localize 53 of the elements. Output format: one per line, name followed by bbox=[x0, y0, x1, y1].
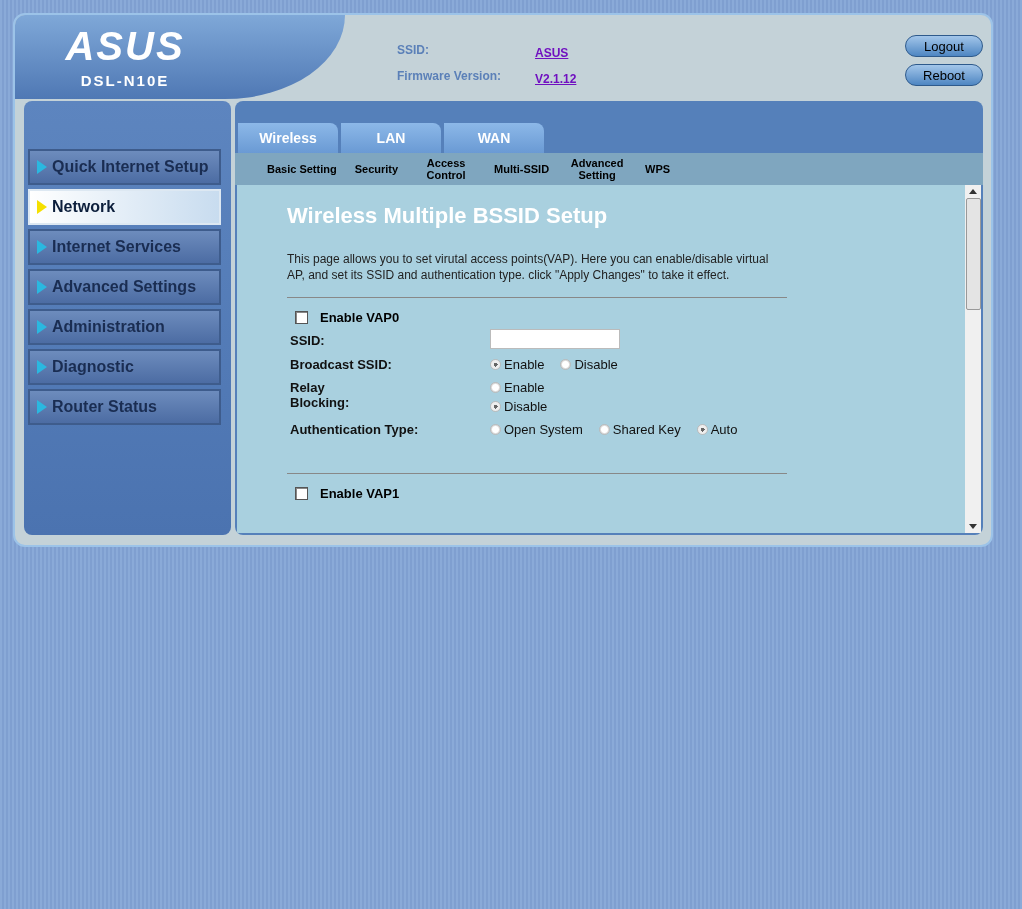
field-label: Relay Blocking: bbox=[290, 380, 350, 410]
down-arrow-icon[interactable] bbox=[969, 524, 977, 529]
brand-logo: ASUS bbox=[65, 25, 185, 66]
triangle-icon bbox=[36, 399, 48, 415]
model-name: DSL-N10E bbox=[80, 71, 170, 89]
vap-label: Enable VAP1 bbox=[320, 486, 400, 501]
triangle-icon bbox=[36, 199, 48, 215]
ssid-input[interactable] bbox=[490, 329, 620, 349]
header-button[interactable]: Logout bbox=[905, 35, 983, 57]
option-label: Auto bbox=[710, 422, 738, 437]
triangle-icon bbox=[36, 239, 48, 255]
info-link[interactable]: ASUS bbox=[535, 46, 569, 60]
info-label: SSID: bbox=[397, 43, 430, 59]
vap-label: Enable VAP0 bbox=[320, 310, 400, 325]
subtab[interactable]: WPS bbox=[645, 163, 671, 175]
radio-button[interactable] bbox=[490, 424, 501, 435]
checkbox[interactable] bbox=[295, 487, 308, 500]
scrollbar[interactable] bbox=[965, 185, 981, 533]
radio-button[interactable] bbox=[490, 359, 501, 370]
info-link[interactable]: V2.1.12 bbox=[535, 72, 577, 86]
subtab[interactable]: Access Control bbox=[416, 157, 477, 181]
up-arrow-icon[interactable] bbox=[969, 189, 977, 194]
triangle-icon bbox=[36, 319, 48, 335]
radio-button[interactable] bbox=[598, 424, 610, 435]
field-label: Authentication Type: bbox=[290, 422, 420, 437]
menu-item[interactable]: Network bbox=[28, 189, 221, 225]
field-label: SSID: bbox=[290, 333, 326, 348]
option-label: Shared Key bbox=[612, 422, 681, 437]
subtab[interactable]: Security bbox=[354, 163, 399, 175]
subtab[interactable]: Basic Setting bbox=[267, 163, 337, 175]
radio-button[interactable] bbox=[696, 424, 708, 435]
radio-button[interactable] bbox=[490, 382, 501, 393]
subtab[interactable]: Multi-SSID bbox=[494, 163, 550, 175]
field-label: Broadcast SSID: bbox=[290, 357, 393, 372]
option-label: Disable bbox=[574, 357, 618, 372]
checkbox-label[interactable]: Enable VAP0 bbox=[287, 310, 965, 325]
checkbox-label[interactable]: Enable VAP1 bbox=[287, 486, 965, 501]
triangle-icon bbox=[36, 359, 48, 375]
option-label: Enable bbox=[504, 357, 545, 372]
option-label: Disable bbox=[504, 399, 548, 414]
checkbox[interactable] bbox=[295, 311, 308, 324]
header-button[interactable]: Reboot bbox=[905, 64, 983, 86]
subtab[interactable]: Advanced Setting bbox=[567, 157, 628, 181]
radio-button[interactable] bbox=[490, 401, 501, 412]
option-label: Enable bbox=[504, 380, 545, 395]
page-title: Wireless Multiple BSSID Setup bbox=[287, 203, 609, 229]
scroll-thumb[interactable] bbox=[965, 198, 981, 310]
info-label: Firmware Version: bbox=[397, 69, 503, 85]
description: This page allows you to set virutal access points(VAP). Here you can enable/disable virtual AP, and set its SSID and authentication type. click "Apply Changes" to take it effect. bbox=[287, 251, 770, 283]
triangle-icon bbox=[36, 159, 48, 175]
radio-button[interactable] bbox=[560, 359, 572, 370]
triangle-icon bbox=[36, 279, 48, 295]
option-label: Open System bbox=[504, 422, 583, 437]
